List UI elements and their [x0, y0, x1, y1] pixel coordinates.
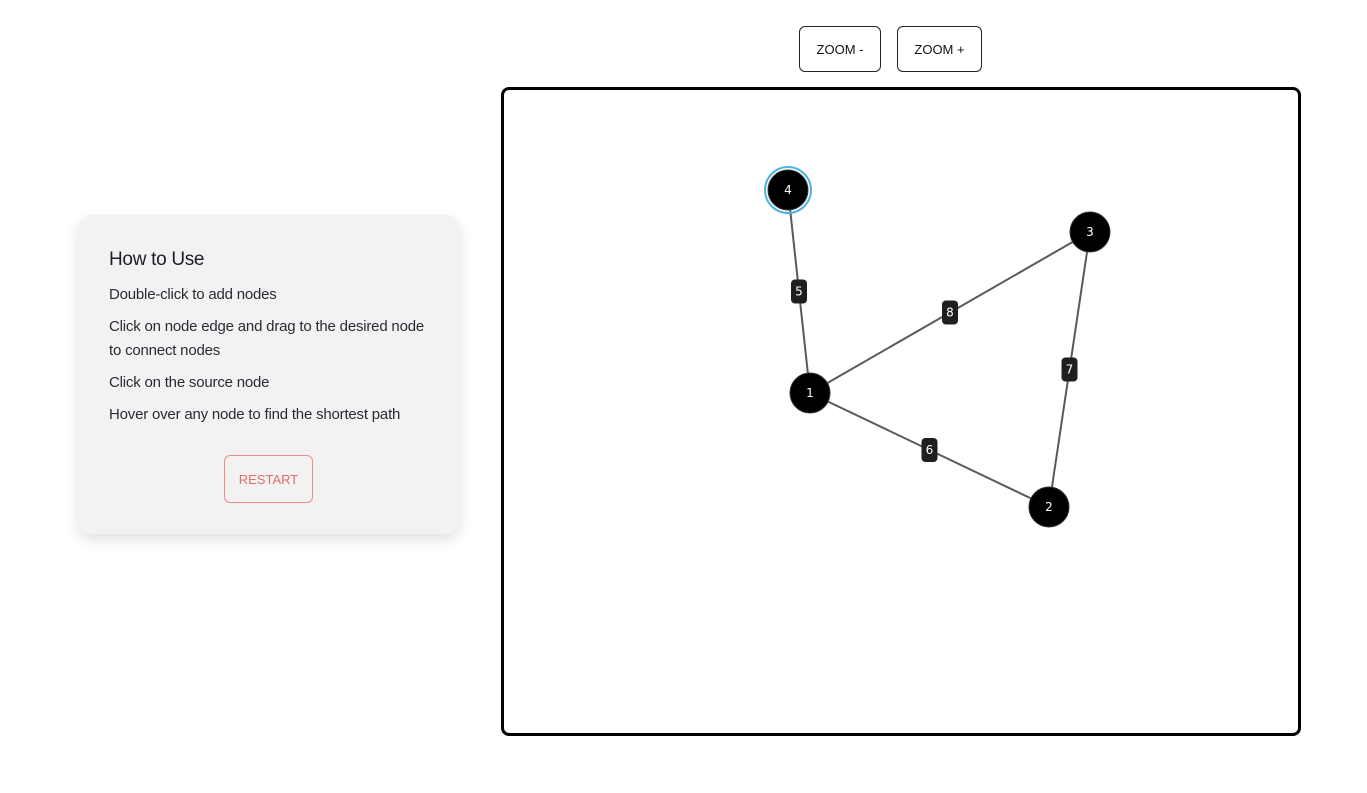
graph-svg[interactable]: 5 8 7 6 4 3 1 2	[504, 90, 1298, 733]
graph-node-4[interactable]: 4	[764, 166, 812, 214]
help-panel: How to Use Double-click to add nodes Cli…	[78, 215, 460, 534]
node-label: 3	[1086, 225, 1094, 239]
instruction-item: Click on the source node	[109, 374, 270, 391]
graph-node-2[interactable]: 2	[1028, 486, 1070, 528]
instruction-list: Double-click to add nodes Click on node …	[109, 283, 430, 427]
edge-weight-label: 5	[791, 279, 807, 304]
zoom-in-button[interactable]: ZOOM +	[897, 26, 982, 72]
node-label: 1	[806, 386, 814, 400]
edge-weight-label: 6	[921, 438, 938, 462]
zoom-out-button[interactable]: ZOOM -	[799, 26, 881, 72]
graph-canvas[interactable]: 5 8 7 6 4 3 1 2	[501, 87, 1301, 736]
graph-node-1[interactable]: 1	[789, 372, 831, 414]
help-title: How to Use	[109, 249, 205, 270]
node-label: 4	[784, 183, 792, 197]
zoom-controls: ZOOM - ZOOM +	[799, 26, 982, 72]
instruction-item: Click on node edge and drag to the desir…	[109, 318, 425, 359]
edge-weight-label: 8	[942, 300, 958, 325]
graph-node-3[interactable]: 3	[1069, 211, 1111, 253]
node-label: 2	[1045, 500, 1053, 514]
edge-weight-text: 5	[795, 285, 803, 299]
instruction-item: Double-click to add nodes	[109, 286, 277, 303]
restart-button[interactable]: RESTART	[224, 455, 313, 503]
edge-weight-label: 7	[1061, 357, 1078, 382]
edge-weight-text: 7	[1066, 363, 1074, 377]
edge-weight-text: 6	[926, 443, 934, 457]
edge-weight-text: 8	[946, 306, 954, 320]
instruction-item: Hover over any node to find the shortest…	[109, 406, 401, 423]
